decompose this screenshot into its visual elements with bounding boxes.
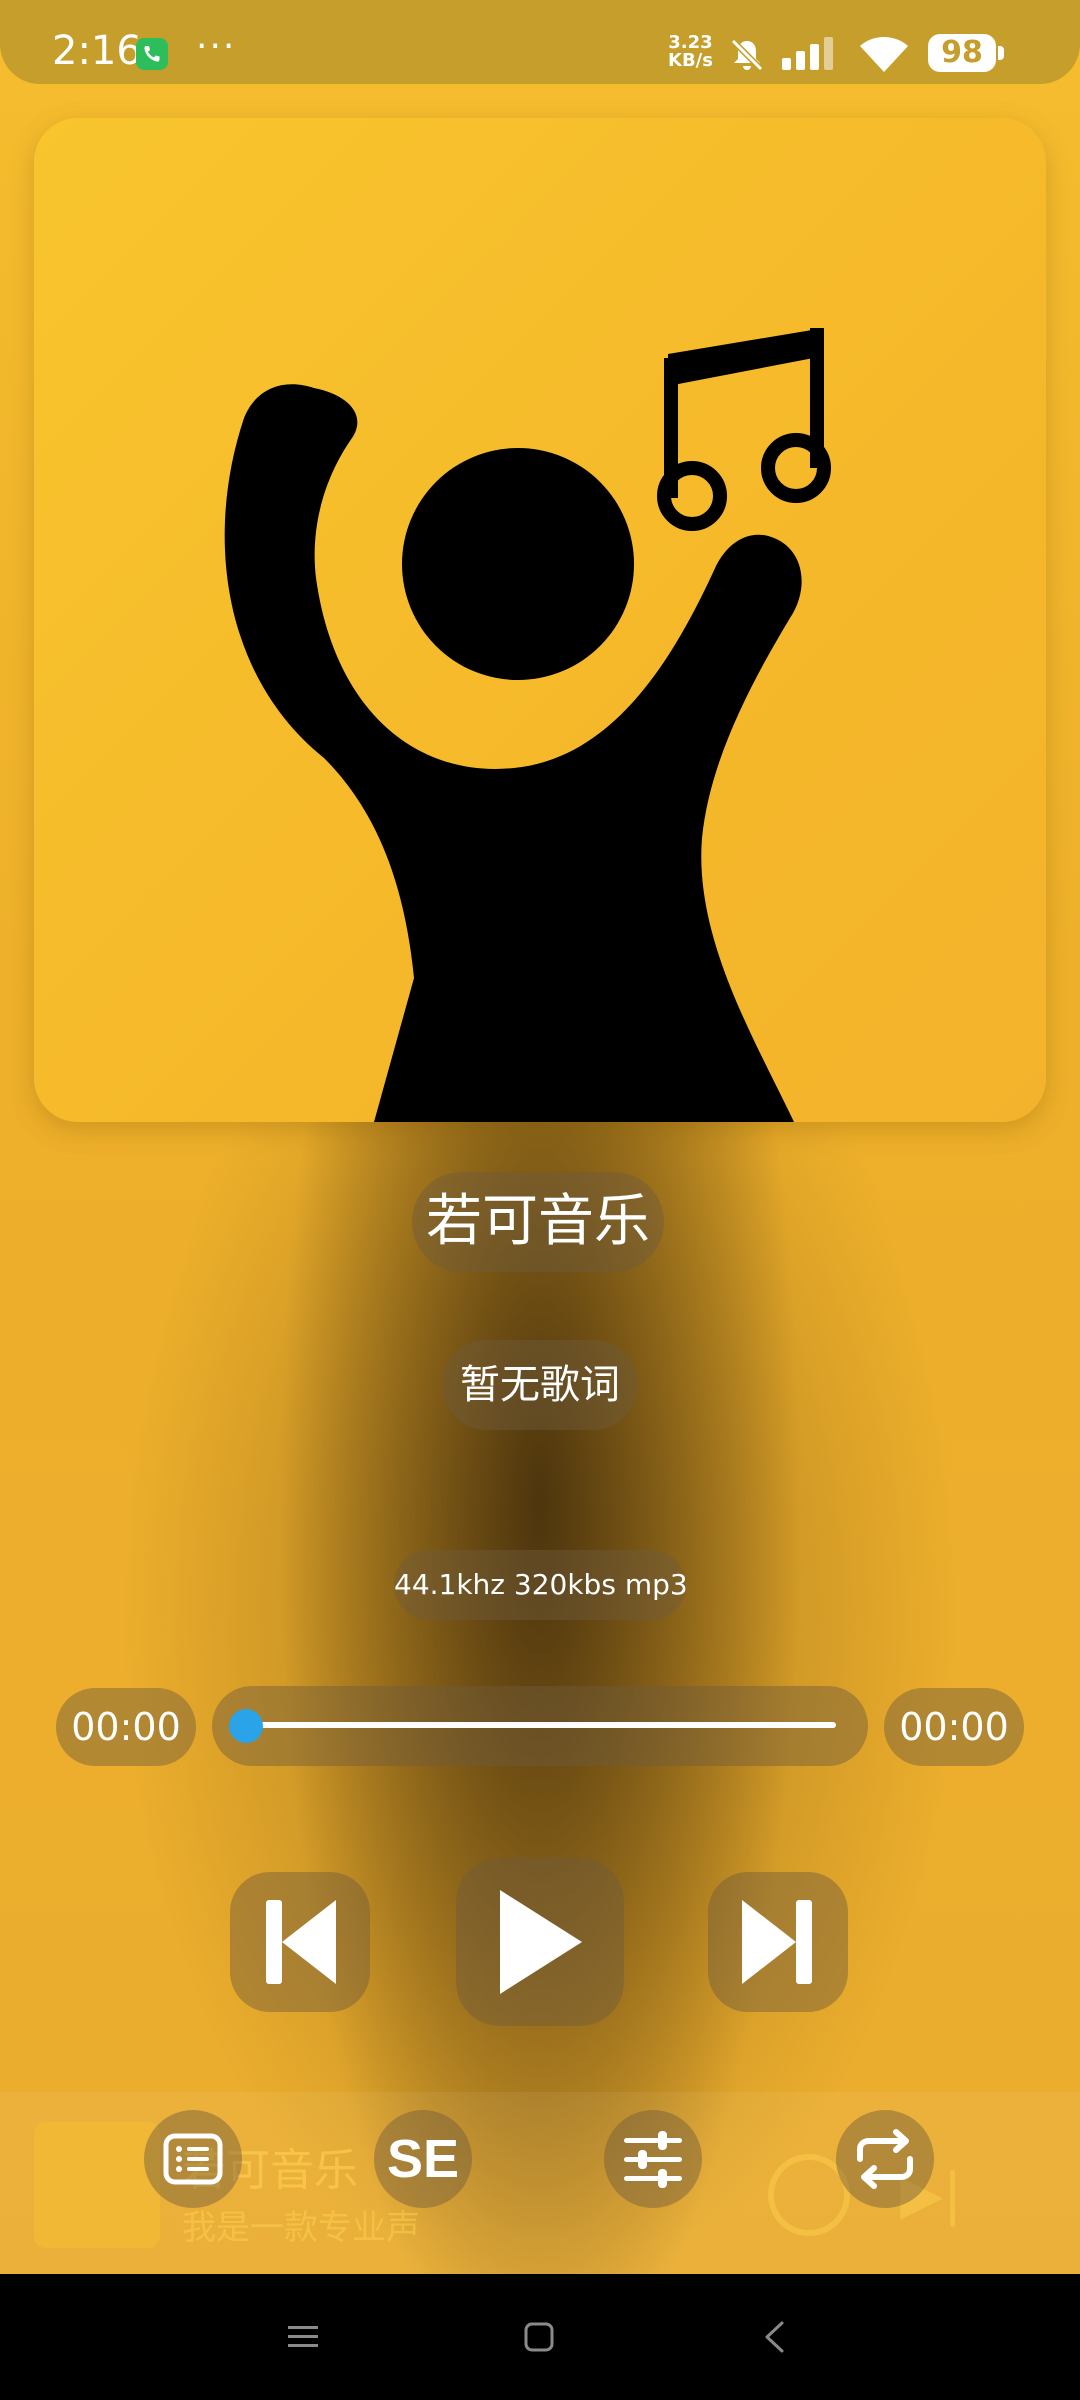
- status-time: 2:16: [52, 28, 142, 74]
- sliders-icon: [624, 2131, 682, 2188]
- audio-format-info: 44.1khz 320kbs mp3: [394, 1550, 688, 1620]
- back-icon[interactable]: [762, 2320, 786, 2358]
- battery-tip: [998, 46, 1004, 60]
- play-button[interactable]: [456, 1858, 624, 2026]
- list-icon: [163, 2133, 223, 2185]
- skip-previous-icon: [266, 1900, 336, 1984]
- player-screen: 2:16 ··· 3.23 KB/s 98 若可音乐 暂无歌词 44.1khz …: [0, 0, 1080, 2400]
- repeat-mode-button[interactable]: [836, 2110, 934, 2208]
- network-speed-unit: KB/s: [668, 50, 713, 71]
- album-cover[interactable]: [34, 118, 1046, 1122]
- current-time: 00:00: [56, 1688, 196, 1766]
- progress-thumb[interactable]: [229, 1709, 263, 1743]
- song-title: 若可音乐: [412, 1172, 664, 1272]
- playlist-button[interactable]: [144, 2110, 242, 2208]
- phone-call-icon: [136, 38, 168, 70]
- cellular-signal-icon: [780, 36, 840, 76]
- more-notifications-icon: ···: [196, 26, 237, 67]
- mini-player-cover: [34, 2122, 160, 2248]
- network-speed: 3.23 KB/s: [668, 34, 713, 70]
- home-icon[interactable]: [524, 2322, 554, 2356]
- status-bar: 2:16 ··· 3.23 KB/s 98: [0, 0, 1080, 84]
- previous-track-button[interactable]: [230, 1872, 370, 2012]
- equalizer-button[interactable]: [604, 2110, 702, 2208]
- skip-next-icon: [742, 1900, 812, 1984]
- next-track-button[interactable]: [708, 1872, 848, 2012]
- recent-apps-icon[interactable]: [288, 2324, 318, 2354]
- lyrics-text[interactable]: 暂无歌词: [442, 1340, 638, 1430]
- wifi-icon: [858, 34, 910, 78]
- mute-bell-icon: [728, 36, 766, 78]
- sound-effects-button[interactable]: SE: [374, 2110, 472, 2208]
- play-icon: [500, 1890, 582, 1994]
- battery-indicator: 98: [928, 34, 996, 72]
- progress-slider[interactable]: [212, 1686, 868, 1766]
- mini-player-subtitle: 我是一款专业声: [182, 2208, 420, 2248]
- total-time: 00:00: [884, 1688, 1024, 1766]
- repeat-icon: [857, 2129, 913, 2189]
- progress-track: [242, 1722, 836, 1728]
- app-logo-dancing-person: [224, 328, 831, 1122]
